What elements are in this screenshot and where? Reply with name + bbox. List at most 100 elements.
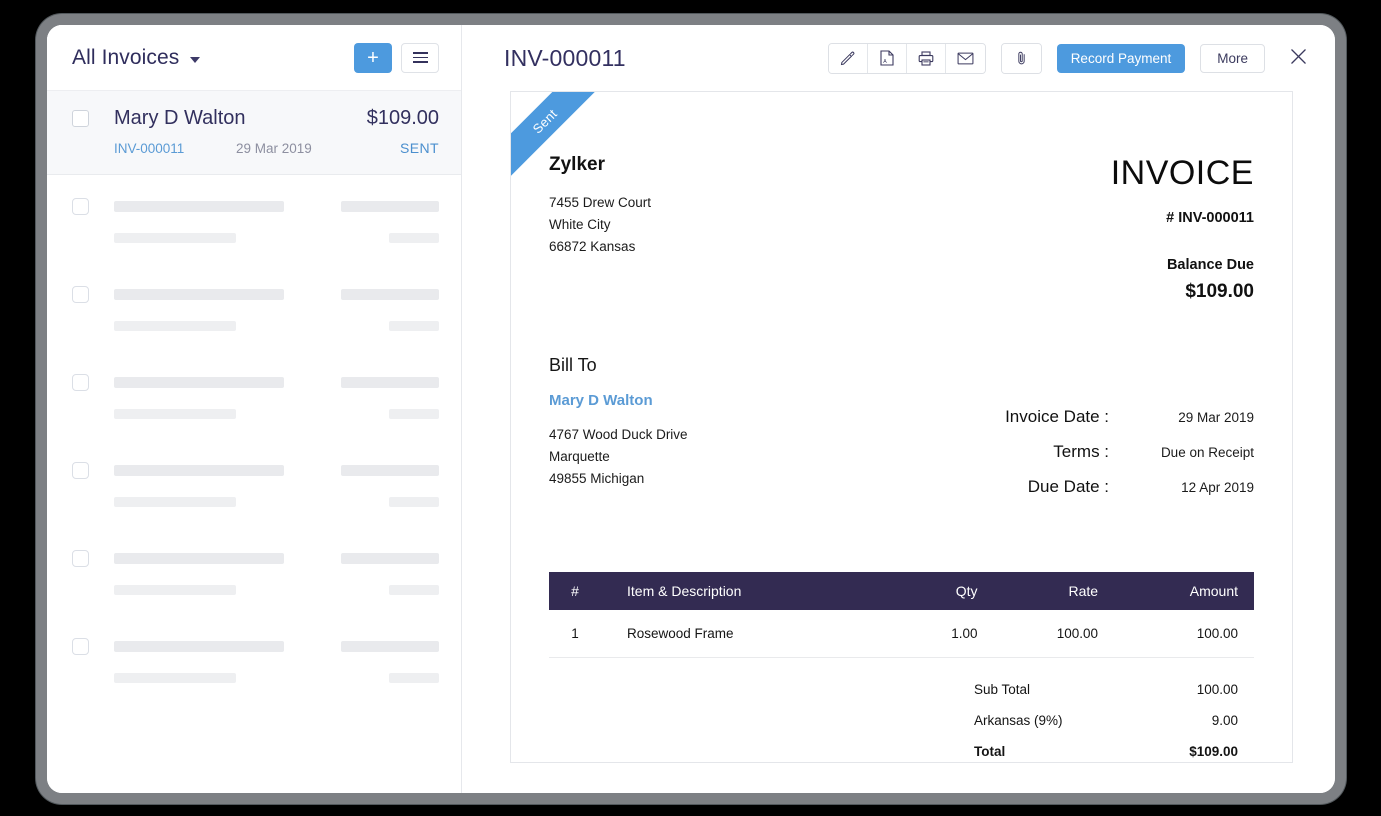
placeholder-primary-line [72, 638, 439, 655]
totals-label: Total [974, 744, 1005, 759]
invoice-list-item-placeholder[interactable] [47, 273, 461, 361]
invoice-list-item-placeholder[interactable] [47, 361, 461, 449]
edit-button[interactable] [829, 44, 868, 73]
invoice-row-checkbox[interactable] [72, 110, 89, 127]
placeholder-bar [114, 553, 284, 564]
placeholder-checkbox[interactable] [72, 374, 89, 391]
company-block: Zylker 7455 Drew Court White City 66872 … [549, 154, 902, 303]
send-email-button[interactable] [946, 44, 985, 73]
placeholder-primary-line [72, 550, 439, 567]
placeholder-secondary-line [72, 233, 439, 243]
sidebar-actions: + [354, 43, 439, 73]
bill-to-address-line-2: Marquette [549, 446, 902, 468]
record-payment-button[interactable]: Record Payment [1057, 44, 1186, 73]
invoice-meta-value: 12 Apr 2019 [1115, 480, 1254, 495]
balance-due-amount: $109.00 [902, 281, 1255, 303]
placeholder-bar [114, 289, 284, 300]
invoice-meta-value: Due on Receipt [1115, 445, 1254, 460]
totals-row: Arkansas (9%)9.00 [964, 705, 1254, 736]
chevron-down-icon[interactable] [190, 57, 200, 63]
invoice-meta-row: Terms :Due on Receipt [902, 442, 1255, 462]
placeholder-secondary-line [72, 497, 439, 507]
placeholder-bar [341, 377, 439, 388]
invoice-list-item-placeholder[interactable] [47, 625, 461, 713]
invoice-meta-row: Invoice Date :29 Mar 2019 [902, 407, 1255, 427]
invoice-list-item-placeholder[interactable] [47, 185, 461, 273]
invoice-meta-block: Invoice Date :29 Mar 2019 Terms :Due on R… [902, 355, 1255, 512]
attach-file-button[interactable] [1002, 44, 1041, 73]
placeholder-primary-line [72, 374, 439, 391]
invoice-parties-section: Bill To Mary D Walton 4767 Wood Duck Dri… [549, 355, 1254, 512]
cell-amount: 100.00 [1108, 610, 1254, 658]
placeholder-bar [389, 409, 439, 419]
cell-qty: 1.00 [897, 610, 988, 658]
bill-to-label: Bill To [549, 355, 902, 376]
placeholder-checkbox[interactable] [72, 638, 89, 655]
invoice-list-item-placeholder[interactable] [47, 449, 461, 537]
placeholder-secondary-line [72, 585, 439, 595]
company-address-line-2: White City [549, 214, 902, 236]
placeholder-bar [341, 641, 439, 652]
detail-toolbar: A [828, 43, 1311, 74]
bill-to-block: Bill To Mary D Walton 4767 Wood Duck Dri… [549, 355, 902, 512]
placeholder-bar [114, 585, 236, 595]
totals-value: $109.00 [1189, 744, 1238, 759]
invoice-meta-label: Due Date : [902, 477, 1116, 497]
placeholder-bar [114, 321, 236, 331]
download-pdf-button[interactable]: A [868, 44, 907, 73]
invoice-header-section: Zylker 7455 Drew Court White City 66872 … [549, 92, 1254, 303]
printer-icon [918, 51, 934, 66]
invoice-document: Sent Zylker 7455 Drew Court White City 6… [510, 91, 1293, 763]
table-row: 1Rosewood Frame1.00100.00100.00 [549, 610, 1254, 658]
placeholder-bar [389, 585, 439, 595]
placeholder-checkbox[interactable] [72, 198, 89, 215]
invoice-customer-name: Mary D Walton [114, 107, 246, 130]
list-options-button[interactable] [401, 43, 439, 73]
bill-to-address-line-3: 49855 Michigan [549, 468, 902, 490]
menu-icon-bar [413, 52, 428, 54]
invoice-list-item-placeholder[interactable] [47, 537, 461, 625]
bill-to-address-line-1: 4767 Wood Duck Drive [549, 424, 902, 446]
placeholder-checkbox[interactable] [72, 286, 89, 303]
placeholder-bar [114, 409, 236, 419]
invoice-document-wrapper: Sent Zylker 7455 Drew Court White City 6… [462, 91, 1335, 793]
placeholder-primary-line [72, 198, 439, 215]
placeholder-bar [389, 497, 439, 507]
invoice-date: 29 Mar 2019 [236, 141, 312, 156]
placeholder-bar [114, 673, 236, 683]
company-address-line-3: 66872 Kansas [549, 236, 902, 258]
invoice-list-item-selected[interactable]: Mary D Walton $109.00 INV-000011 29 Mar … [47, 91, 461, 175]
print-button[interactable] [907, 44, 946, 73]
invoice-meta-value: 29 Mar 2019 [1115, 410, 1254, 425]
device-bezel: All Invoices + Mary D Walton $109.00 [36, 14, 1346, 804]
placeholder-bar [341, 289, 439, 300]
add-invoice-button[interactable]: + [354, 43, 392, 73]
menu-icon-bar [413, 57, 428, 59]
totals-label: Sub Total [974, 682, 1030, 697]
placeholder-secondary-line [72, 321, 439, 331]
invoice-meta-label: Invoice Date : [902, 407, 1116, 427]
attachment-group [1001, 43, 1042, 74]
placeholder-primary-line [72, 286, 439, 303]
close-button[interactable] [1285, 45, 1311, 71]
totals-box: Sub Total100.00Arkansas (9%)9.00Total$10… [964, 674, 1254, 763]
table-header-row: # Item & Description Qty Rate Amount [549, 572, 1254, 610]
document-action-group: A [828, 43, 986, 74]
placeholder-checkbox[interactable] [72, 550, 89, 567]
col-header-qty: Qty [897, 572, 988, 610]
bill-to-customer-link[interactable]: Mary D Walton [549, 392, 902, 409]
placeholder-checkbox[interactable] [72, 462, 89, 479]
placeholder-bar [114, 233, 236, 243]
totals-row: Total $109.00 [964, 736, 1254, 763]
menu-icon-bar [413, 61, 428, 63]
more-button[interactable]: More [1200, 44, 1265, 73]
invoice-row-secondary: INV-000011 29 Mar 2019 SENT [72, 140, 439, 156]
pdf-file-icon: A [880, 50, 894, 66]
balance-due-label: Balance Due [902, 257, 1255, 273]
totals-label: Arkansas (9%) [974, 713, 1063, 728]
invoice-filter-label[interactable]: All Invoices [72, 46, 179, 70]
line-items-head: # Item & Description Qty Rate Amount [549, 572, 1254, 610]
placeholder-bar [114, 641, 284, 652]
totals-section: Sub Total100.00Arkansas (9%)9.00Total$10… [549, 674, 1254, 763]
placeholder-secondary-line [72, 673, 439, 683]
